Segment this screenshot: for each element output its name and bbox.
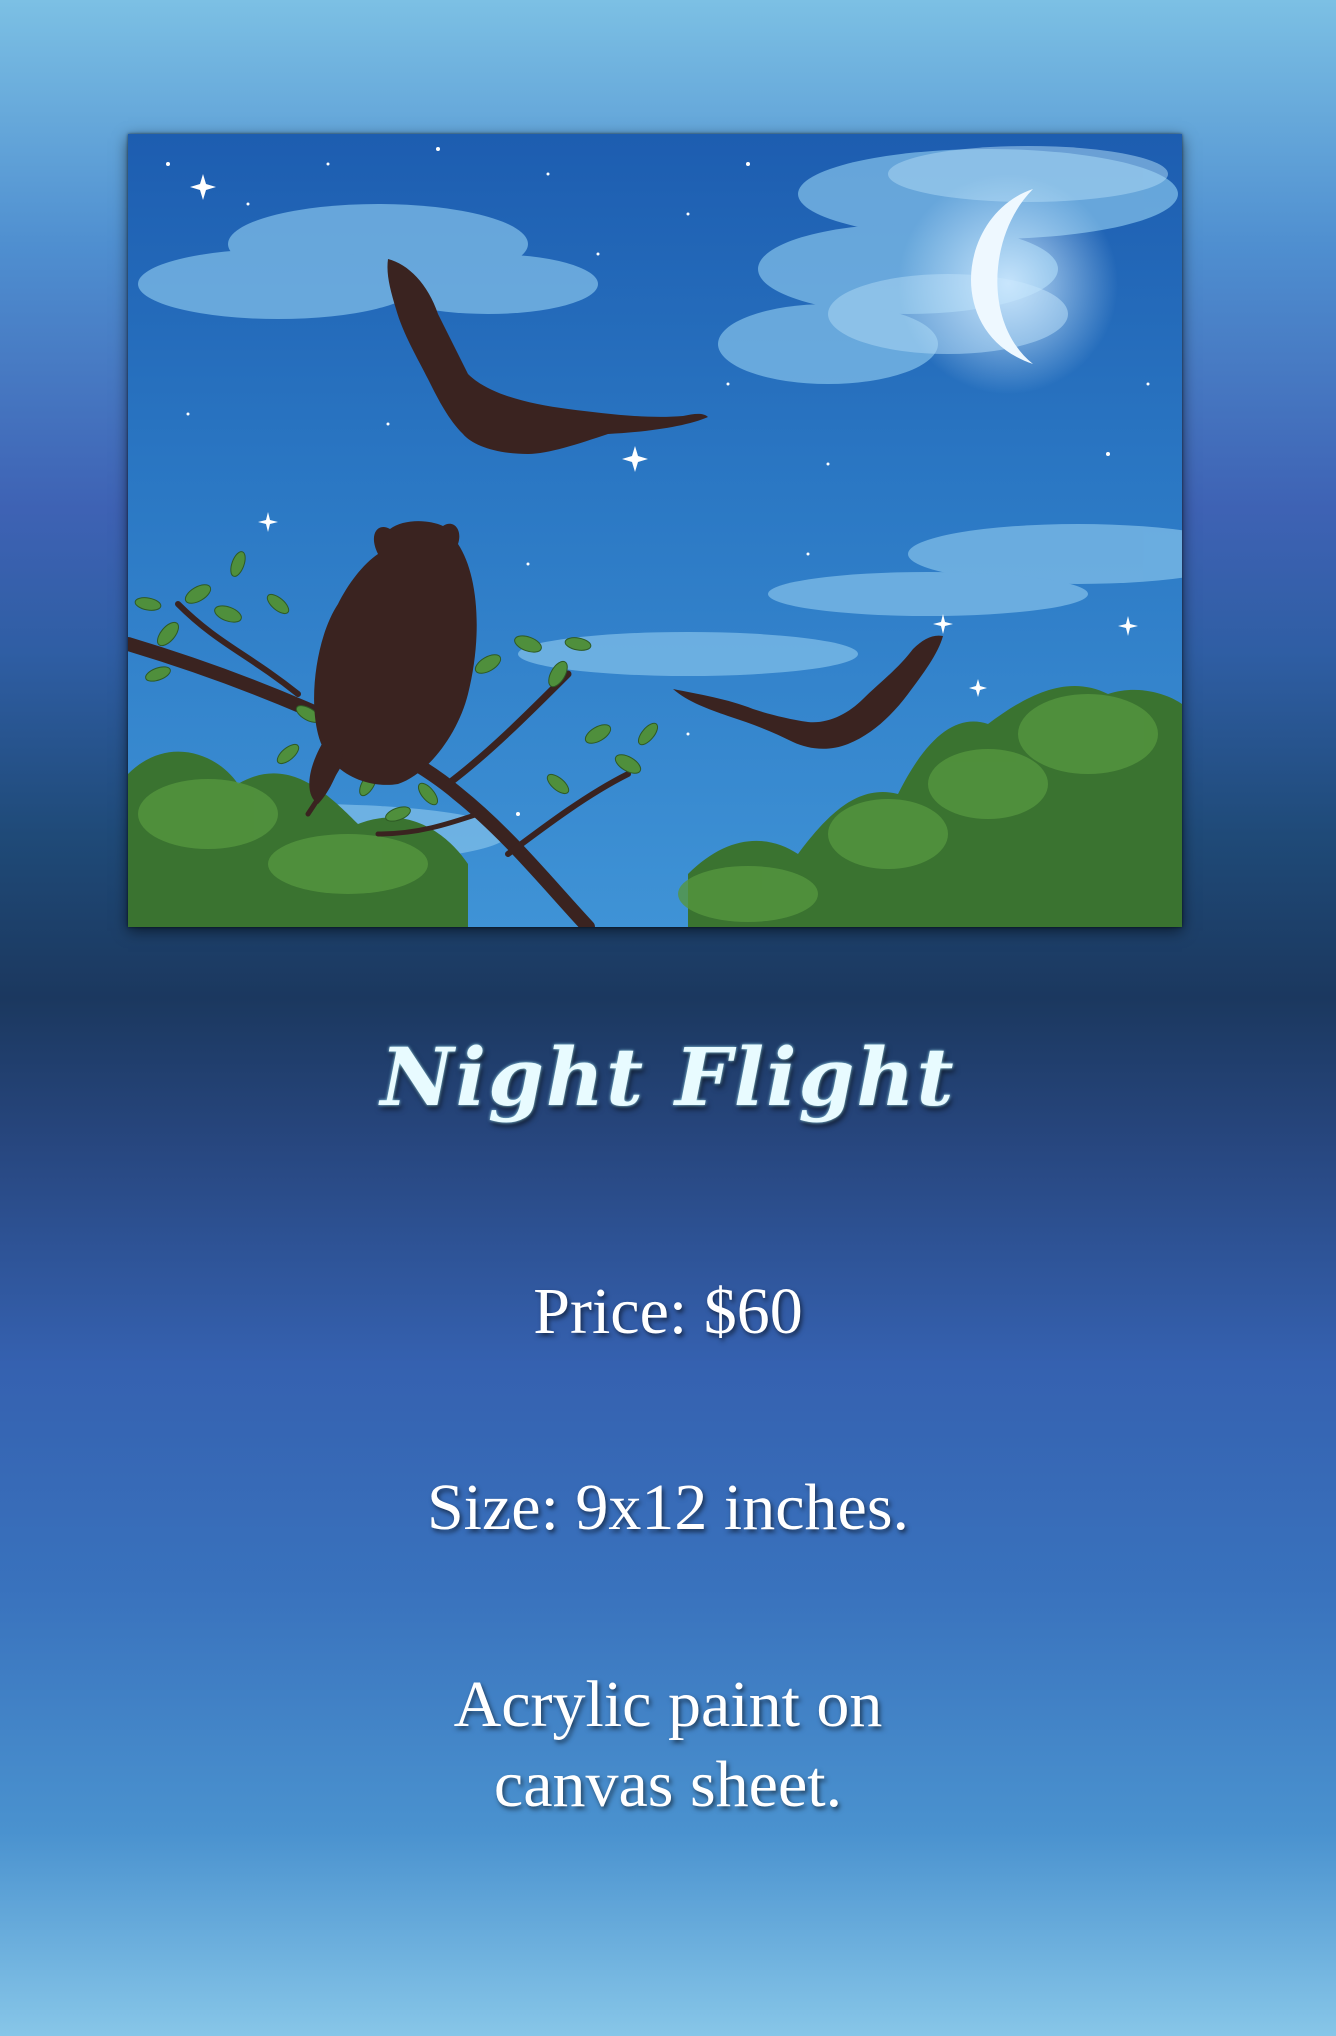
artwork-size: Size: 9x12 inches. — [426, 1471, 910, 1544]
artwork-medium-line2: canvas sheet. — [493, 1748, 843, 1821]
artwork-medium-line1: Acrylic paint on — [453, 1668, 883, 1741]
artwork-title: Night Flight — [380, 1030, 956, 1124]
night-flight-painting — [128, 134, 1182, 927]
artwork-medium: Acrylic paint on canvas sheet. — [0, 1665, 1336, 1825]
painting-image — [128, 134, 1182, 927]
artwork-price: Price: $60 — [533, 1275, 803, 1348]
